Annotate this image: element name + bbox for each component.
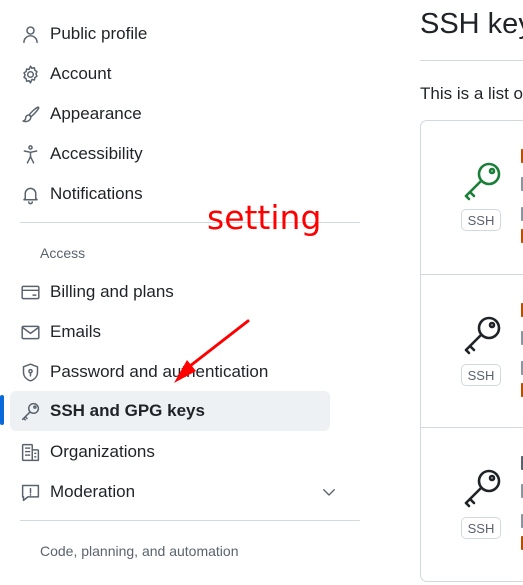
sidebar-item-label: Public profile bbox=[50, 24, 148, 43]
sidebar-item-moderation[interactable]: Moderation bbox=[10, 472, 330, 512]
mail-icon bbox=[19, 321, 41, 343]
ssh-badge: SSH bbox=[461, 517, 501, 539]
sidebar-item-label: Appearance bbox=[50, 104, 142, 123]
gear-icon bbox=[19, 63, 41, 85]
list-item: SSH bbox=[421, 274, 523, 428]
sidebar-item-emails[interactable]: Emails bbox=[10, 312, 330, 352]
sidebar-item-organizations[interactable]: Organizations bbox=[10, 432, 330, 472]
sidebar-section-code: Code, planning, and automation bbox=[40, 543, 239, 559]
sidebar-item-label: Accessibility bbox=[50, 144, 143, 163]
sidebar-item-label: Account bbox=[50, 64, 112, 83]
list-item: SSH bbox=[421, 427, 523, 581]
sidebar-item-label: Notifications bbox=[50, 184, 143, 203]
sidebar-item-label: Password and authentication bbox=[50, 362, 269, 381]
page-title: SSH key bbox=[420, 8, 523, 40]
ssh-keys-list: SSH SSH SSH bbox=[420, 120, 523, 582]
sidebar-item-label: Organizations bbox=[50, 442, 155, 461]
sidebar-item-billing[interactable]: Billing and plans bbox=[10, 272, 330, 312]
sidebar-section-access: Access bbox=[40, 245, 86, 261]
sidebar-item-account[interactable]: Account bbox=[10, 54, 330, 94]
paintbrush-icon bbox=[19, 103, 41, 125]
shield-lock-icon bbox=[19, 361, 41, 383]
title-divider bbox=[420, 60, 523, 61]
ssh-badge: SSH bbox=[461, 364, 501, 386]
list-item: SSH bbox=[421, 121, 523, 274]
sidebar-item-label: Emails bbox=[50, 322, 102, 341]
credit-card-icon bbox=[19, 281, 41, 303]
person-icon bbox=[19, 23, 41, 45]
sidebar-item-label: Moderation bbox=[50, 482, 136, 501]
sidebar-item-appearance[interactable]: Appearance bbox=[10, 94, 330, 134]
sidebar-divider bbox=[20, 520, 360, 521]
sidebar-item-public-profile[interactable]: Public profile bbox=[10, 14, 330, 54]
organization-icon bbox=[19, 441, 41, 463]
page-description: This is a list o bbox=[420, 84, 523, 103]
bell-icon bbox=[19, 183, 41, 205]
sidebar-item-accessibility[interactable]: Accessibility bbox=[10, 134, 330, 174]
key-icon bbox=[461, 313, 505, 357]
annotation-text: setting bbox=[207, 198, 322, 237]
key-icon bbox=[461, 159, 505, 203]
chevron-down-icon[interactable] bbox=[320, 483, 340, 503]
key-icon bbox=[19, 400, 41, 422]
accessibility-icon bbox=[19, 143, 41, 165]
ssh-badge: SSH bbox=[461, 209, 501, 231]
sidebar-item-password[interactable]: Password and authentication bbox=[10, 352, 330, 392]
key-icon bbox=[461, 466, 505, 510]
sidebar-item-label: SSH and GPG keys bbox=[50, 401, 205, 420]
selected-indicator bbox=[0, 395, 4, 425]
settings-page: Public profile Account Appearance Access… bbox=[0, 0, 523, 585]
sidebar-item-ssh-gpg-keys[interactable]: SSH and GPG keys bbox=[10, 391, 330, 431]
report-icon bbox=[19, 481, 41, 503]
sidebar-item-label: Billing and plans bbox=[50, 282, 174, 301]
